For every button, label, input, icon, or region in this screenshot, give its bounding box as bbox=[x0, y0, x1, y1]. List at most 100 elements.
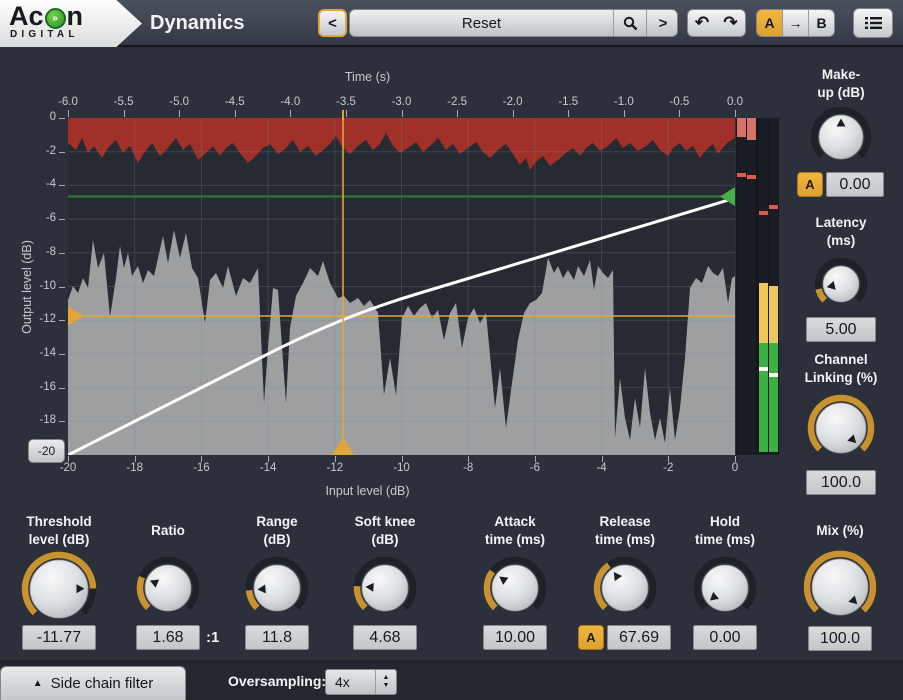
brand-text: Ac»n bbox=[9, 1, 83, 32]
brand-n: n bbox=[67, 1, 84, 32]
range-label: Range (dB) bbox=[215, 513, 339, 548]
ab-copy-button[interactable]: → bbox=[782, 10, 808, 36]
ratio-knob[interactable] bbox=[136, 556, 200, 620]
ab-select-b-button[interactable]: B bbox=[808, 10, 834, 36]
output-tick-mark bbox=[59, 253, 65, 254]
side-chain-filter-label: Side chain filter bbox=[51, 675, 154, 692]
dynamics-graph[interactable] bbox=[68, 118, 735, 455]
input-tick-mark bbox=[201, 456, 202, 462]
oversampling-select[interactable]: 4x ▲ ▼ bbox=[325, 669, 397, 695]
input-tick-mark bbox=[468, 456, 469, 462]
brand-subtitle: DIGITAL bbox=[10, 29, 79, 40]
ratio-value[interactable]: 1.68 bbox=[136, 625, 200, 650]
time-tick-mark bbox=[735, 110, 736, 117]
output-tick-mark bbox=[59, 152, 65, 153]
input-tick-mark bbox=[602, 456, 603, 462]
collapse-icon: ▲ bbox=[33, 678, 43, 689]
soft-knee-label: Soft knee (dB) bbox=[323, 513, 447, 548]
input-tick-mark bbox=[268, 456, 269, 462]
output-min-badge[interactable]: -20 bbox=[28, 439, 65, 463]
output-tick-label: -6 bbox=[24, 212, 56, 224]
level-meters bbox=[736, 118, 779, 455]
latency-label: Latency (ms) bbox=[779, 214, 903, 249]
preset-next-button[interactable]: > bbox=[646, 10, 679, 36]
preset-menu-button[interactable] bbox=[853, 8, 893, 38]
dynamics-graph-svg bbox=[68, 118, 735, 455]
time-tick-mark bbox=[346, 110, 347, 117]
meter-segment bbox=[747, 175, 756, 179]
meter-segment bbox=[737, 173, 746, 177]
latency-value[interactable]: 5.00 bbox=[806, 317, 876, 342]
preset-name-field[interactable]: Reset bbox=[350, 10, 613, 36]
meter-segment bbox=[737, 118, 746, 137]
release-knob[interactable] bbox=[593, 556, 657, 620]
preset-search-button[interactable] bbox=[613, 10, 646, 36]
input-tick-label: -6 bbox=[515, 462, 555, 474]
time-tick-label: -6.0 bbox=[48, 96, 88, 108]
hold-label: Hold time (ms) bbox=[663, 513, 787, 548]
makeup-automation-button[interactable]: A bbox=[797, 172, 823, 197]
meter-bar-2 bbox=[759, 118, 768, 455]
undo-button[interactable]: ↶ bbox=[687, 9, 717, 37]
input-tick-label: -12 bbox=[315, 462, 355, 474]
undo-icon: ↶ bbox=[695, 13, 709, 33]
mix2-value[interactable]: 100.0 bbox=[808, 626, 872, 651]
soft-knee-knob[interactable] bbox=[353, 556, 417, 620]
threshold-knob[interactable] bbox=[21, 551, 97, 627]
time-tick-mark bbox=[179, 110, 180, 117]
makeup-value[interactable]: 0.00 bbox=[826, 172, 884, 197]
hold-value[interactable]: 0.00 bbox=[693, 625, 757, 650]
output-tick-label: -8 bbox=[24, 246, 56, 258]
time-tick-label: -2.5 bbox=[437, 96, 477, 108]
brand-ac: Ac bbox=[9, 1, 44, 32]
ab-select-a-button[interactable]: A bbox=[757, 10, 782, 36]
latency-knob[interactable] bbox=[814, 257, 868, 311]
preset-previous-button[interactable]: < bbox=[318, 9, 347, 37]
makeup-knob[interactable] bbox=[810, 106, 872, 168]
time-axis-title: Time (s) bbox=[0, 70, 735, 84]
output-tick-label: -10 bbox=[24, 280, 56, 292]
release-value[interactable]: 67.69 bbox=[607, 625, 671, 650]
mix2-knob[interactable] bbox=[803, 550, 877, 624]
output-tick-mark bbox=[59, 287, 65, 288]
time-tick-label: -4.5 bbox=[215, 96, 255, 108]
soft-knee-value[interactable]: 4.68 bbox=[353, 625, 417, 650]
output-tick-label: -16 bbox=[24, 381, 56, 393]
side-chain-filter-button[interactable]: ▲ Side chain filter bbox=[0, 666, 186, 700]
channel-linking-knob[interactable] bbox=[807, 394, 875, 462]
input-tick-label: -18 bbox=[115, 462, 155, 474]
time-tick-mark bbox=[68, 110, 69, 117]
oversampling-value: 4x bbox=[326, 674, 375, 690]
redo-icon: ↷ bbox=[723, 13, 737, 33]
time-tick-mark bbox=[457, 110, 458, 117]
release-automation-button[interactable]: A bbox=[578, 625, 604, 650]
output-tick-mark bbox=[59, 185, 65, 186]
hold-knob[interactable] bbox=[693, 556, 757, 620]
time-tick-label: -3.5 bbox=[326, 96, 366, 108]
channel-linking-value[interactable]: 100.0 bbox=[806, 470, 876, 495]
attack-value[interactable]: 10.00 bbox=[483, 625, 547, 650]
time-tick-mark bbox=[290, 110, 291, 117]
time-tick-mark bbox=[679, 110, 680, 117]
redo-button[interactable]: ↷ bbox=[716, 9, 746, 37]
time-tick-label: -2.0 bbox=[493, 96, 533, 108]
header-bar: Ac»n DIGITAL Dynamics < Reset > ↶ ↷ A → … bbox=[0, 0, 903, 47]
input-tick-mark bbox=[535, 456, 536, 462]
search-icon bbox=[623, 16, 638, 31]
input-tick-mark bbox=[402, 456, 403, 462]
input-tick-label: 0 bbox=[715, 462, 755, 474]
meter-segment bbox=[759, 367, 768, 371]
output-tick-label: -14 bbox=[24, 347, 56, 359]
range-value[interactable]: 11.8 bbox=[245, 625, 309, 650]
meter-bar-0 bbox=[737, 118, 746, 455]
channel-linking-label: Channel Linking (%) bbox=[779, 351, 903, 386]
output-tick-label: 0 bbox=[24, 111, 56, 123]
attack-knob[interactable] bbox=[483, 556, 547, 620]
meter-segment bbox=[769, 205, 778, 209]
time-tick-mark bbox=[124, 110, 125, 117]
output-tick-mark bbox=[59, 320, 65, 321]
input-tick-mark bbox=[68, 456, 69, 462]
list-icon bbox=[865, 16, 882, 30]
range-knob[interactable] bbox=[245, 556, 309, 620]
threshold-value[interactable]: -11.77 bbox=[22, 625, 96, 650]
